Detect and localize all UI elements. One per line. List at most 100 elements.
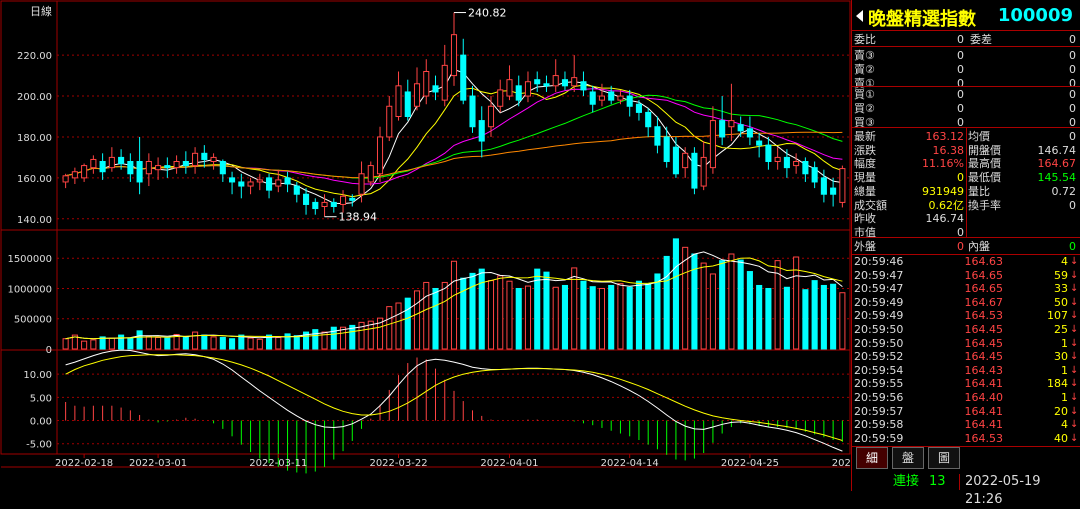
y-tick-label: 0.00 <box>30 417 52 428</box>
arrow-down-icon: ↓ <box>1070 405 1079 417</box>
tick-time: 20:59:59 <box>854 431 904 445</box>
quote-title-bar: 晚盤精選指數 100009 <box>852 2 1080 30</box>
candle-body <box>404 91 411 117</box>
volume-bar <box>811 280 818 350</box>
arrow-down-icon: ↓ <box>1070 351 1079 363</box>
candle-body <box>626 95 633 107</box>
volume-bar <box>635 280 642 350</box>
tick-time: 20:59:54 <box>854 363 904 377</box>
status-datetime: 2022-05-19 21:26 <box>965 474 1041 507</box>
candle-body <box>487 105 495 128</box>
volume-bar <box>90 339 97 350</box>
tick-row: 20:59:47 164.65 33 ↓ <box>852 282 1080 296</box>
stat-value: 145.54 <box>1037 171 1077 185</box>
stat-label: 成交額 <box>854 198 887 212</box>
tick-volume: 4 <box>1061 255 1068 268</box>
tick-row: 20:59:55 164.41 184 ↓ <box>852 377 1080 391</box>
caret-left-icon[interactable] <box>856 10 863 22</box>
arrow-down-icon: ↓ <box>1070 432 1079 444</box>
volume-bar <box>543 271 550 350</box>
candle-body <box>99 161 106 173</box>
volume-bar <box>108 337 115 350</box>
tick-time: 20:59:47 <box>854 282 904 296</box>
candle-body <box>515 85 522 101</box>
candle-body <box>210 156 217 162</box>
volume-bar <box>728 253 735 350</box>
tick-row: 20:59:49 164.53 107 ↓ <box>852 309 1080 323</box>
candle-body <box>645 111 652 128</box>
y-tick-label: 180.00 <box>17 133 52 144</box>
volume-bar <box>432 287 439 350</box>
tick-time: 20:59:55 <box>854 377 904 391</box>
bid-row: 買② 0 0 <box>852 102 1080 115</box>
volume-bar <box>155 337 162 350</box>
stat-value: 146.74 <box>1037 143 1077 157</box>
volume-bar <box>691 253 698 350</box>
volume-bar <box>164 337 171 350</box>
candle-body <box>145 161 152 175</box>
tick-price: 164.65 <box>964 282 1004 296</box>
volume-bar <box>136 330 143 350</box>
tick-volume: 33 <box>1054 282 1068 296</box>
volume-bar <box>469 272 476 350</box>
volume-bar <box>645 283 652 350</box>
candle-body <box>635 103 642 113</box>
candle-body <box>432 85 439 93</box>
volume-bar <box>450 260 458 350</box>
volume-bar <box>219 337 226 350</box>
volume-bar <box>145 335 152 350</box>
arrow-down-icon: ↓ <box>1070 310 1079 322</box>
candle-body <box>229 177 236 183</box>
tick-volume: 184 <box>1047 377 1068 391</box>
candle-body <box>312 201 319 210</box>
tick-volume: 40 <box>1054 431 1068 445</box>
ask-row: 賣② 0 0 <box>852 63 1080 76</box>
tab-graph[interactable]: 圖 <box>928 447 960 469</box>
weicha-value: 0 <box>1069 33 1076 46</box>
candle-body <box>765 144 772 163</box>
stat-value: 0 <box>1069 130 1076 143</box>
arrow-down-icon: ↓ <box>1070 283 1079 295</box>
tick-volume: 1 <box>1061 363 1068 377</box>
tick-volume: 59 <box>1054 268 1068 282</box>
tick-row: 20:59:54 164.43 1 ↓ <box>852 364 1080 378</box>
arrow-down-icon: ↓ <box>1070 296 1079 308</box>
volume-bar <box>423 281 430 350</box>
candle-body <box>839 168 846 203</box>
candle-body <box>90 158 97 169</box>
candle-body <box>756 140 763 146</box>
candle-body <box>118 156 125 165</box>
quote-panel: 晚盤精選指數 100009 委比 0 委差 0 賣③ 0 0 賣② 0 0 賣①… <box>851 0 1080 491</box>
candle-body <box>709 120 716 169</box>
kline-chart[interactable]: 日線 220.00 200.00 180.00 160.00 140.00 240.82 13… <box>0 0 890 491</box>
tick-row: 20:59:57 164.41 20 ↓ <box>852 405 1080 419</box>
volume-bar <box>700 262 707 350</box>
volume-bar <box>746 271 753 350</box>
y-tick-label: 220.00 <box>17 51 52 62</box>
tick-price: 164.45 <box>964 336 1004 350</box>
candle-body <box>534 79 541 85</box>
stat-value: 164.67 <box>1037 157 1077 171</box>
volume-bar <box>719 260 726 350</box>
y-tick-label: 0 <box>46 345 52 356</box>
stat-value: 146.74 <box>925 212 965 226</box>
candle-body <box>571 77 578 87</box>
tab-book[interactable]: 盤 <box>892 447 924 469</box>
arrow-down-icon: ↓ <box>1070 364 1079 376</box>
candle-body <box>497 89 504 107</box>
arrow-down-icon: ↓ <box>1070 256 1079 267</box>
bid-row: 買① 0 0 <box>852 88 1080 101</box>
y-tick-label: 200.00 <box>17 92 52 103</box>
tab-detail[interactable]: 細 <box>856 447 888 469</box>
candle-body <box>552 75 559 87</box>
tick-price: 164.67 <box>964 295 1004 309</box>
tick-price: 164.65 <box>964 268 1004 282</box>
volume-bar <box>552 286 559 350</box>
x-tick-label: 2022-02-18 <box>55 458 113 469</box>
tick-time: 20:59:58 <box>854 418 904 432</box>
tick-price: 164.45 <box>964 350 1004 364</box>
inner-label: 內盤 <box>968 240 990 253</box>
volume-bar <box>561 284 569 350</box>
candle-body <box>691 152 698 189</box>
candle-body <box>108 156 115 169</box>
